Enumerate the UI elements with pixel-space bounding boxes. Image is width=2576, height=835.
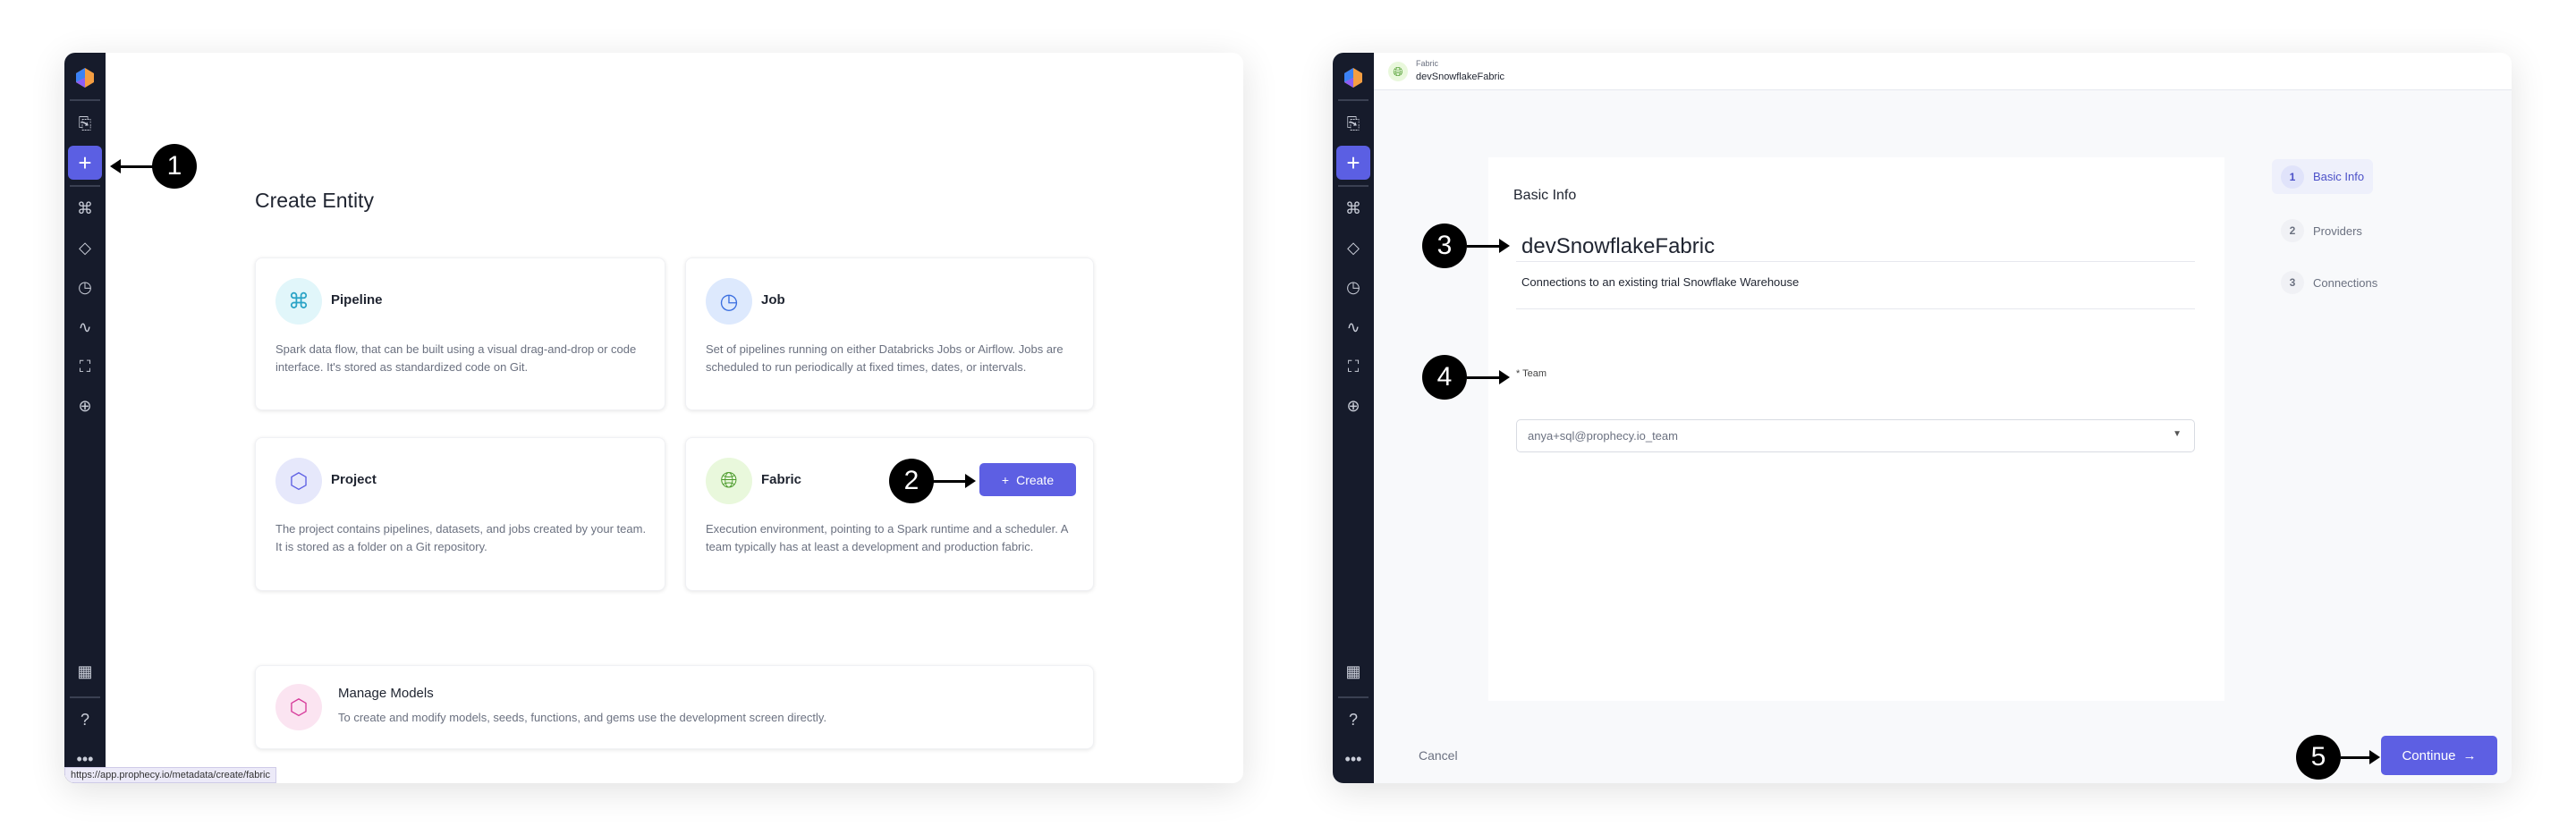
- entity-type-label: Fabric: [1416, 59, 1439, 68]
- globe-icon: 🌐︎: [1388, 62, 1408, 81]
- card-description: Spark data flow, that can be built using…: [275, 342, 637, 374]
- hexagon-icon: ⬡: [275, 684, 322, 730]
- chevron-down-icon: ▼: [2173, 429, 2182, 439]
- create-entity-button[interactable]: +: [68, 146, 102, 180]
- clock-icon: ◷: [706, 278, 752, 325]
- callout-arrow: [933, 474, 976, 488]
- create-label: Create: [1016, 472, 1055, 487]
- page-title: Create Entity: [255, 189, 374, 212]
- create-entity-button[interactable]: +: [1336, 146, 1370, 180]
- job-card[interactable]: ◷ Job Set of pipelines running on either…: [685, 257, 1094, 410]
- clock-icon[interactable]: ◷: [1339, 273, 1368, 301]
- entity-name-label: devSnowflakeFabric: [1416, 72, 1505, 82]
- step-label: Basic Info: [2313, 170, 2365, 183]
- callout-badge-2: 2: [889, 459, 934, 503]
- activity-icon[interactable]: ∿: [71, 313, 99, 342]
- browse-icon[interactable]: ⎘: [71, 109, 99, 138]
- team-value: anya+sql@prophecy.io_team: [1528, 429, 1678, 443]
- create-entity-window: ⎘ + ⌘ ◇ ◷ ∿ ⛶ ⊕ ▦ ? ••• Create Entity ⌘ …: [64, 53, 1243, 783]
- manage-models-card[interactable]: ⬡ Manage Models To create and modify mod…: [255, 665, 1094, 749]
- cube-icon: ⬡: [275, 458, 322, 504]
- step-basic-info[interactable]: 1 Basic Info: [2272, 159, 2374, 194]
- form-panel: Basic Info devSnowflakeFabric Connection…: [1488, 157, 2224, 701]
- callout-badge-5: 5: [2296, 735, 2341, 780]
- gem-icon[interactable]: ◇: [71, 233, 99, 262]
- description-input[interactable]: Connections to an existing trial Snowfla…: [1516, 274, 2195, 309]
- section-title: Basic Info: [1513, 188, 1577, 203]
- card-title: Manage Models: [338, 686, 434, 701]
- card-description: Set of pipelines running on either Datab…: [706, 342, 1063, 374]
- plus-icon: +: [1001, 472, 1010, 487]
- callout-arrow: [2341, 750, 2380, 764]
- building-icon[interactable]: ▦: [71, 657, 99, 686]
- callout-badge-3: 3: [1422, 224, 1467, 268]
- more-icon[interactable]: •••: [1339, 745, 1368, 773]
- arrow-right-icon: →: [2462, 747, 2477, 763]
- activity-icon[interactable]: ∿: [1339, 313, 1368, 342]
- step-connections[interactable]: 3 Connections: [2272, 270, 2386, 295]
- create-fabric-window: ⎘ + ⌘ ◇ ◷ ∿ ⛶ ⊕ ▦ ? ••• 🌐︎ Fabric devSno…: [1333, 53, 2512, 783]
- lineage-icon[interactable]: ⛶: [1339, 352, 1368, 381]
- download-icon[interactable]: ⊕: [71, 392, 99, 420]
- lineage-icon[interactable]: ⛶: [71, 352, 99, 381]
- sidebar: ⎘ + ⌘ ◇ ◷ ∿ ⛶ ⊕ ▦ ? •••: [64, 53, 106, 783]
- card-description: The project contains pipelines, datasets…: [275, 522, 647, 553]
- team-select[interactable]: anya+sql@prophecy.io_team ▼: [1516, 419, 2195, 452]
- status-url-tooltip: https://app.prophecy.io/metadata/create/…: [64, 767, 276, 783]
- pipeline-icon[interactable]: ⌘: [71, 194, 99, 223]
- step-providers[interactable]: 2 Providers: [2272, 218, 2371, 243]
- project-card[interactable]: ⬡ Project The project contains pipelines…: [255, 437, 665, 591]
- card-description: To create and modify models, seeds, func…: [338, 711, 827, 724]
- header: 🌐︎ Fabric devSnowflakeFabric: [1374, 53, 2512, 90]
- building-icon[interactable]: ▦: [1339, 657, 1368, 686]
- card-title: Project: [331, 472, 377, 487]
- help-icon[interactable]: ?: [1339, 705, 1368, 734]
- globe-icon: 🌐︎: [706, 458, 752, 504]
- clock-icon[interactable]: ◷: [71, 273, 99, 301]
- prophecy-logo-icon[interactable]: [1339, 63, 1368, 92]
- download-icon[interactable]: ⊕: [1339, 392, 1368, 420]
- step-number: 2: [2281, 219, 2304, 242]
- pipeline-icon: ⌘: [275, 278, 322, 325]
- fabric-card[interactable]: 🌐︎ Fabric Execution environment, pointin…: [685, 437, 1094, 591]
- step-label: Providers: [2313, 224, 2362, 238]
- card-title: Pipeline: [331, 292, 383, 308]
- pipeline-icon[interactable]: ⌘: [1339, 194, 1368, 223]
- card-description: Execution environment, pointing to a Spa…: [706, 522, 1068, 553]
- pipeline-card[interactable]: ⌘ Pipeline Spark data flow, that can be …: [255, 257, 665, 410]
- cancel-button[interactable]: Cancel: [1419, 748, 1458, 763]
- create-fabric-button[interactable]: + Create: [979, 463, 1076, 496]
- callout-badge-4: 4: [1422, 355, 1467, 400]
- fabric-name-input[interactable]: devSnowflakeFabric: [1516, 234, 2195, 262]
- callout-arrow: [110, 159, 154, 173]
- team-label: * Team: [1516, 368, 1547, 379]
- continue-button[interactable]: Continue →: [2381, 736, 2497, 775]
- step-number: 1: [2281, 164, 2304, 189]
- prophecy-logo-icon[interactable]: [71, 63, 99, 92]
- callout-badge-1: 1: [152, 144, 197, 189]
- step-number: 3: [2281, 271, 2304, 294]
- callout-arrow: [1467, 370, 1510, 384]
- help-icon[interactable]: ?: [71, 705, 99, 734]
- card-title: Job: [761, 292, 785, 308]
- card-title: Fabric: [761, 472, 802, 487]
- step-label: Connections: [2313, 275, 2378, 290]
- callout-arrow: [1467, 239, 1510, 253]
- continue-label: Continue: [2402, 747, 2456, 763]
- gem-icon[interactable]: ◇: [1339, 233, 1368, 262]
- browse-icon[interactable]: ⎘: [1339, 109, 1368, 138]
- sidebar: ⎘ + ⌘ ◇ ◷ ∿ ⛶ ⊕ ▦ ? •••: [1333, 53, 1374, 783]
